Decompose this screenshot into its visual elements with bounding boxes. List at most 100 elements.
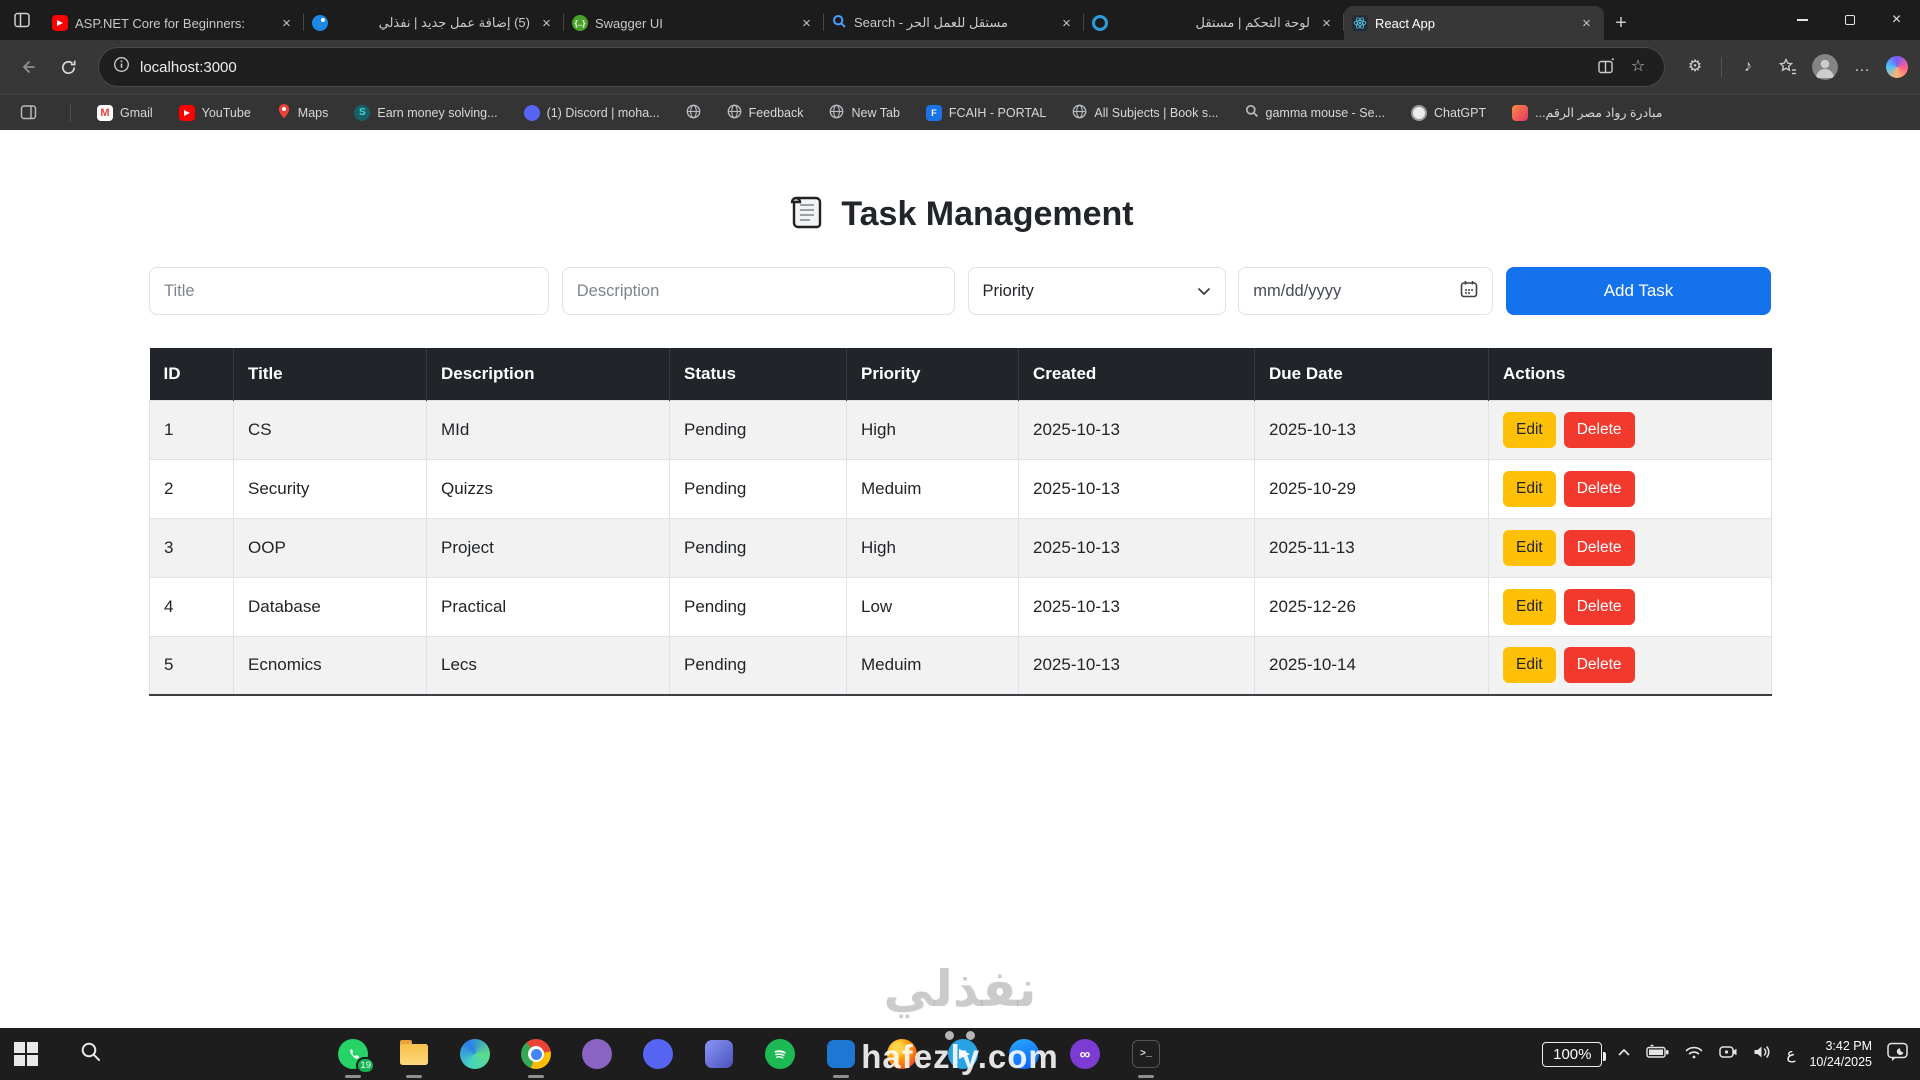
priority-select[interactable]: Priority (968, 267, 1226, 315)
bookmark-maps[interactable]: Maps (277, 103, 329, 122)
header-title: Title (234, 348, 427, 400)
spotify-icon[interactable] (765, 1039, 795, 1069)
edit-button[interactable]: Edit (1503, 471, 1556, 507)
visual-studio-icon[interactable]: ∞ (1070, 1039, 1100, 1069)
back-icon[interactable] (12, 51, 44, 83)
telegram-icon[interactable] (948, 1039, 978, 1069)
close-icon[interactable]: × (277, 14, 296, 33)
tab-aspnet-video[interactable]: ASP.NET Core for Beginners: × (44, 6, 304, 40)
header-id: ID (150, 348, 234, 400)
maximize-button[interactable] (1826, 0, 1873, 40)
teams-icon[interactable] (704, 1039, 734, 1069)
extensions-icon[interactable]: ⚙ (1679, 51, 1711, 83)
tab-strip: ASP.NET Core for Beginners: × (5) إضافة … (44, 0, 1638, 40)
file-explorer-icon[interactable] (399, 1039, 429, 1069)
media-controls-icon[interactable]: ♪ (1732, 51, 1764, 83)
youtube-icon (179, 105, 195, 121)
bookmark-earn-money[interactable]: S Earn money solving... (354, 105, 497, 121)
add-task-button[interactable]: Add Task (1506, 267, 1771, 315)
tab-react-app[interactable]: React App × (1344, 6, 1604, 40)
title-input[interactable] (149, 267, 549, 315)
scroll-icon (786, 192, 826, 237)
language-indicator[interactable]: ع (1786, 1045, 1795, 1063)
browser-titlebar: ASP.NET Core for Beginners: × (5) إضافة … (0, 0, 1920, 40)
nafezly-favicon (312, 15, 328, 31)
tab-mostaql-search[interactable]: Search - مستقل للعمل الحر × (824, 6, 1084, 40)
bookmark-globe-only[interactable] (686, 104, 701, 122)
refresh-icon[interactable] (52, 51, 84, 83)
delete-button[interactable]: Delete (1564, 530, 1635, 566)
tab-nafezly-new-job[interactable]: (5) إضافة عمل جديد | نفذلي × (304, 6, 564, 40)
start-button[interactable] (14, 1042, 38, 1066)
bookmark-gamma-mouse[interactable]: gamma mouse - Se... (1245, 104, 1386, 121)
close-icon[interactable]: × (1057, 14, 1076, 33)
letter-s-icon: S (354, 105, 370, 121)
bookmark-fcaih-portal[interactable]: F FCAIH - PORTAL (926, 105, 1046, 121)
taskbar-search-icon[interactable] (80, 1041, 102, 1068)
hidden-icons-chevron[interactable] (1616, 1045, 1632, 1063)
firefox-icon[interactable] (887, 1039, 917, 1069)
delete-button[interactable]: Delete (1564, 412, 1635, 448)
camera-icon[interactable] (1718, 1044, 1738, 1065)
bookmark-new-tab[interactable]: New Tab (829, 104, 899, 122)
favorites-hub-icon[interactable] (1772, 51, 1804, 83)
bookmark-feedback[interactable]: Feedback (727, 104, 804, 122)
minimize-button[interactable] (1779, 0, 1826, 40)
maps-icon (277, 103, 291, 122)
delete-button[interactable]: Delete (1564, 589, 1635, 625)
edge-icon[interactable] (460, 1039, 490, 1069)
globe-icon (727, 104, 742, 122)
clock[interactable]: 3:42 PM 10/24/2025 (1809, 1038, 1872, 1070)
site-info-icon[interactable] (113, 56, 130, 78)
notifications-icon[interactable] (1886, 1041, 1910, 1068)
due-date-input[interactable]: mm/dd/yyyy (1238, 267, 1493, 315)
github-desktop-icon[interactable] (582, 1039, 612, 1069)
edit-button[interactable]: Edit (1503, 589, 1556, 625)
delete-button[interactable]: Delete (1564, 647, 1635, 683)
wifi-icon[interactable] (1684, 1044, 1704, 1065)
edit-button[interactable]: Edit (1503, 647, 1556, 683)
close-icon[interactable]: × (537, 14, 556, 33)
edit-button[interactable]: Edit (1503, 412, 1556, 448)
bookmark-chatgpt[interactable]: ChatGPT (1411, 105, 1486, 121)
close-icon[interactable]: × (1317, 14, 1336, 33)
battery-percent-indicator[interactable]: 100% (1542, 1042, 1602, 1067)
bookmark-arabic-initiative[interactable]: مبادرة رواد مصر الرقم... (1512, 105, 1662, 121)
whatsapp-icon[interactable]: 19 (338, 1039, 368, 1069)
bookmark-all-subjects[interactable]: All Subjects | Book s... (1072, 104, 1218, 122)
calendar-icon[interactable] (1460, 280, 1478, 303)
chrome-icon[interactable] (521, 1039, 551, 1069)
task-table: ID Title Description Status Priority Cre… (149, 348, 1772, 696)
bookmark-youtube[interactable]: YouTube (179, 105, 251, 121)
vscode-icon[interactable] (826, 1039, 856, 1069)
discord-icon[interactable] (643, 1039, 673, 1069)
new-tab-button[interactable]: + (1604, 6, 1638, 40)
sidebar-toggle-icon[interactable] (12, 97, 44, 129)
messenger-icon[interactable] (1009, 1039, 1039, 1069)
volume-icon[interactable] (1752, 1044, 1772, 1065)
settings-menu-icon[interactable]: … (1846, 51, 1878, 83)
copilot-icon[interactable] (1886, 56, 1908, 78)
window-close-button[interactable]: × (1873, 0, 1920, 40)
close-icon[interactable]: × (797, 14, 816, 33)
address-bar[interactable]: localhost:3000 ☆ (98, 47, 1665, 87)
window-controls: × (1779, 0, 1920, 40)
favorite-star-icon[interactable]: ☆ (1622, 51, 1654, 83)
tab-swagger[interactable]: {..} Swagger UI × (564, 6, 824, 40)
profile-avatar[interactable] (1812, 54, 1838, 80)
bookmark-discord[interactable]: (1) Discord | moha... (524, 105, 660, 121)
gradient-icon (1512, 105, 1528, 121)
gmail-icon: M (97, 105, 113, 121)
pinned-apps: 19 ∞ >_ (338, 1028, 1161, 1080)
description-input[interactable] (562, 267, 955, 315)
tab-mostaql-dashboard[interactable]: لوحة التحكم | مستقل × (1084, 6, 1344, 40)
bookmark-gmail[interactable]: M Gmail (97, 105, 153, 121)
split-screen-icon[interactable] (1590, 51, 1622, 83)
terminal-icon[interactable]: >_ (1131, 1039, 1161, 1069)
battery-icon[interactable] (1646, 1044, 1670, 1065)
tab-actions-icon[interactable] (0, 0, 44, 40)
close-icon[interactable]: × (1577, 14, 1596, 33)
edit-button[interactable]: Edit (1503, 530, 1556, 566)
delete-button[interactable]: Delete (1564, 471, 1635, 507)
page-header: Task Management (0, 130, 1920, 237)
